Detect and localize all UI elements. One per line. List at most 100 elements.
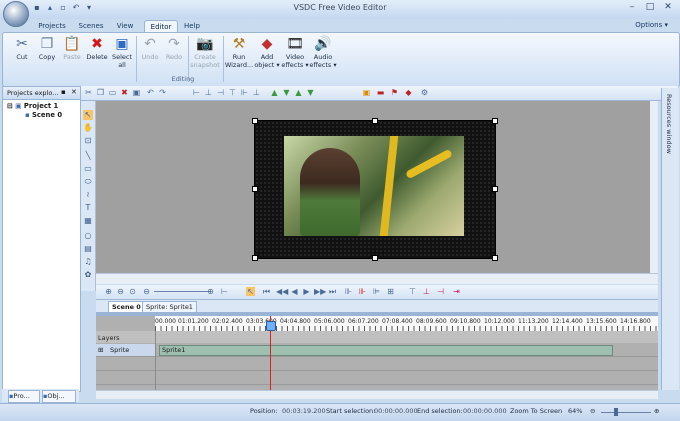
effects-icon[interactable]: ✿ [83, 270, 93, 280]
align-middle-icon[interactable]: ⊩ [240, 88, 249, 97]
text-icon[interactable]: T [83, 203, 93, 213]
timeline-clip[interactable]: Sprite1 [159, 345, 613, 356]
tab-projects[interactable]: Projects [35, 20, 69, 32]
align-center-icon[interactable]: ⊥ [204, 88, 213, 97]
resize-handle[interactable] [252, 255, 258, 261]
image-icon[interactable]: ▦ [83, 216, 93, 226]
zoom-slider[interactable] [154, 291, 210, 292]
marker-icon[interactable]: ▬ [376, 88, 385, 97]
options-menu[interactable]: Options ▾ [635, 21, 668, 29]
layer-merge-icon[interactable]: ⊣ [436, 287, 445, 296]
zoom-slider-thumb[interactable] [614, 408, 618, 416]
marker-icon[interactable]: ⊪ [358, 287, 367, 296]
resources-window-tab[interactable]: Resources window [661, 88, 679, 390]
zoom-out-icon[interactable]: ⊖ [116, 287, 125, 296]
go-start-icon[interactable]: ⏮ [262, 287, 271, 296]
transform-icon[interactable]: ⊡ [83, 136, 93, 146]
split-icon[interactable]: ⊪ [344, 287, 353, 296]
undo-icon[interactable]: ↶ [146, 88, 155, 97]
pin-icon[interactable]: ▪ [61, 88, 66, 96]
horizontal-scrollbar[interactable] [96, 273, 658, 284]
collapse-icon[interactable]: ⊟ [7, 102, 13, 110]
align-top-icon[interactable]: ⊤ [228, 88, 237, 97]
next-frame-icon[interactable]: ▶▶ [314, 287, 326, 296]
select-all-button[interactable]: ▣ Select all [111, 35, 133, 69]
cursor-icon[interactable]: ↖ [246, 287, 255, 296]
tab-objects-explorer[interactable]: ▪Obj... [42, 390, 76, 403]
fit-icon[interactable]: ⊢ [220, 287, 229, 296]
layer-settings-icon[interactable]: ⇥ [452, 287, 461, 296]
audio-effects-button[interactable]: 🔊 Audio effects ▾ [309, 35, 336, 69]
resize-handle[interactable] [252, 186, 258, 192]
tab-sprite[interactable]: Sprite: Sprite1 [142, 301, 197, 312]
pin-icon[interactable]: ◆ [404, 88, 413, 97]
zoom-in-icon[interactable]: ⊕ [104, 287, 113, 296]
tab-scenes[interactable]: Scenes [76, 20, 106, 32]
zoom-in-icon[interactable]: ⊕ [654, 407, 659, 415]
step-back-icon[interactable]: ◀ [290, 287, 299, 296]
snap-icon[interactable]: ⊞ [386, 287, 395, 296]
tab-projects-explorer[interactable]: ▪Pro... [8, 390, 40, 403]
send-back-icon[interactable]: ▼ [306, 88, 315, 97]
hand-icon[interactable]: ✋ [83, 123, 93, 133]
zoom-slider[interactable] [601, 412, 651, 413]
copy-icon[interactable]: ❐ [96, 88, 105, 97]
flag-icon[interactable]: ⚑ [390, 88, 399, 97]
tab-help[interactable]: Help [180, 20, 204, 32]
resize-handle[interactable] [252, 118, 258, 124]
zoom-to-screen[interactable]: Zoom To Screen [510, 407, 562, 415]
expand-icon[interactable]: ⊞ [98, 346, 103, 354]
timeline-scrollbar[interactable] [96, 390, 658, 399]
zoom-fit-icon[interactable]: ⊙ [128, 287, 137, 296]
cut-icon[interactable]: ✂ [84, 88, 93, 97]
delete-icon[interactable]: ✖ [120, 88, 129, 97]
vertical-scrollbar[interactable] [650, 101, 658, 273]
tab-scene-0[interactable]: Scene 0 [108, 301, 145, 312]
bring-front-icon[interactable]: ▲ [294, 88, 303, 97]
curve-icon[interactable]: ≀ [83, 190, 93, 200]
move-down-icon[interactable]: ▼ [282, 88, 291, 97]
track-header[interactable]: ⊞ Sprite [96, 344, 155, 356]
resize-handle[interactable] [492, 255, 498, 261]
align-right-icon[interactable]: ⊣ [216, 88, 225, 97]
video-icon[interactable]: ▤ [83, 244, 93, 254]
resize-handle[interactable] [372, 255, 378, 261]
close-button[interactable]: ✕ [660, 2, 676, 14]
redo-icon[interactable]: ↷ [158, 88, 167, 97]
maximize-button[interactable]: □ [642, 2, 658, 14]
zoom-minus-icon[interactable]: ⊖ [142, 287, 151, 296]
layer-down-icon[interactable]: ⊥ [422, 287, 431, 296]
circle-icon[interactable]: ○ [83, 231, 93, 241]
move-up-icon[interactable]: ▲ [270, 88, 279, 97]
zoom-plus-icon[interactable]: ⊕ [206, 287, 215, 296]
close-icon[interactable]: ✕ [71, 88, 77, 96]
playhead-handle[interactable] [266, 321, 276, 331]
minimize-button[interactable]: – [624, 2, 640, 14]
application-menu-button[interactable] [3, 1, 29, 27]
ellipse-icon[interactable]: ⬭ [83, 177, 93, 187]
go-end-icon[interactable]: ⏭ [328, 287, 337, 296]
tab-view[interactable]: View [113, 20, 137, 32]
resize-handle[interactable] [372, 118, 378, 124]
redo-button[interactable]: ↷ Redo [163, 35, 185, 61]
pointer-icon[interactable]: ↖ [83, 110, 93, 120]
line-icon[interactable]: ╲ [83, 151, 93, 161]
settings-icon[interactable]: ⚙ [420, 88, 429, 97]
resize-handle[interactable] [492, 118, 498, 124]
tree-item-scene[interactable]: ▪ Scene 0 [25, 111, 62, 119]
zoom-out-icon[interactable]: ⊖ [590, 407, 595, 415]
layer-up-icon[interactable]: ⊤ [408, 287, 417, 296]
trim-icon[interactable]: ⊫ [372, 287, 381, 296]
resize-handle[interactable] [492, 186, 498, 192]
play-icon[interactable]: ▶ [302, 287, 311, 296]
create-snapshot-button[interactable]: 📷 Create snapshot [190, 35, 220, 69]
prev-frame-icon[interactable]: ◀◀ [276, 287, 288, 296]
audio-icon[interactable]: ♫ [83, 257, 93, 267]
select-all-icon[interactable]: ▣ [132, 88, 141, 97]
crop-icon[interactable]: ▣ [362, 88, 371, 97]
paste-icon[interactable]: ▭ [108, 88, 117, 97]
align-left-icon[interactable]: ⊢ [192, 88, 201, 97]
tree-item-project[interactable]: ⊟ ▣ Project 1 [7, 102, 58, 110]
rectangle-icon[interactable]: ▭ [83, 164, 93, 174]
align-bottom-icon[interactable]: ⊥ [252, 88, 261, 97]
